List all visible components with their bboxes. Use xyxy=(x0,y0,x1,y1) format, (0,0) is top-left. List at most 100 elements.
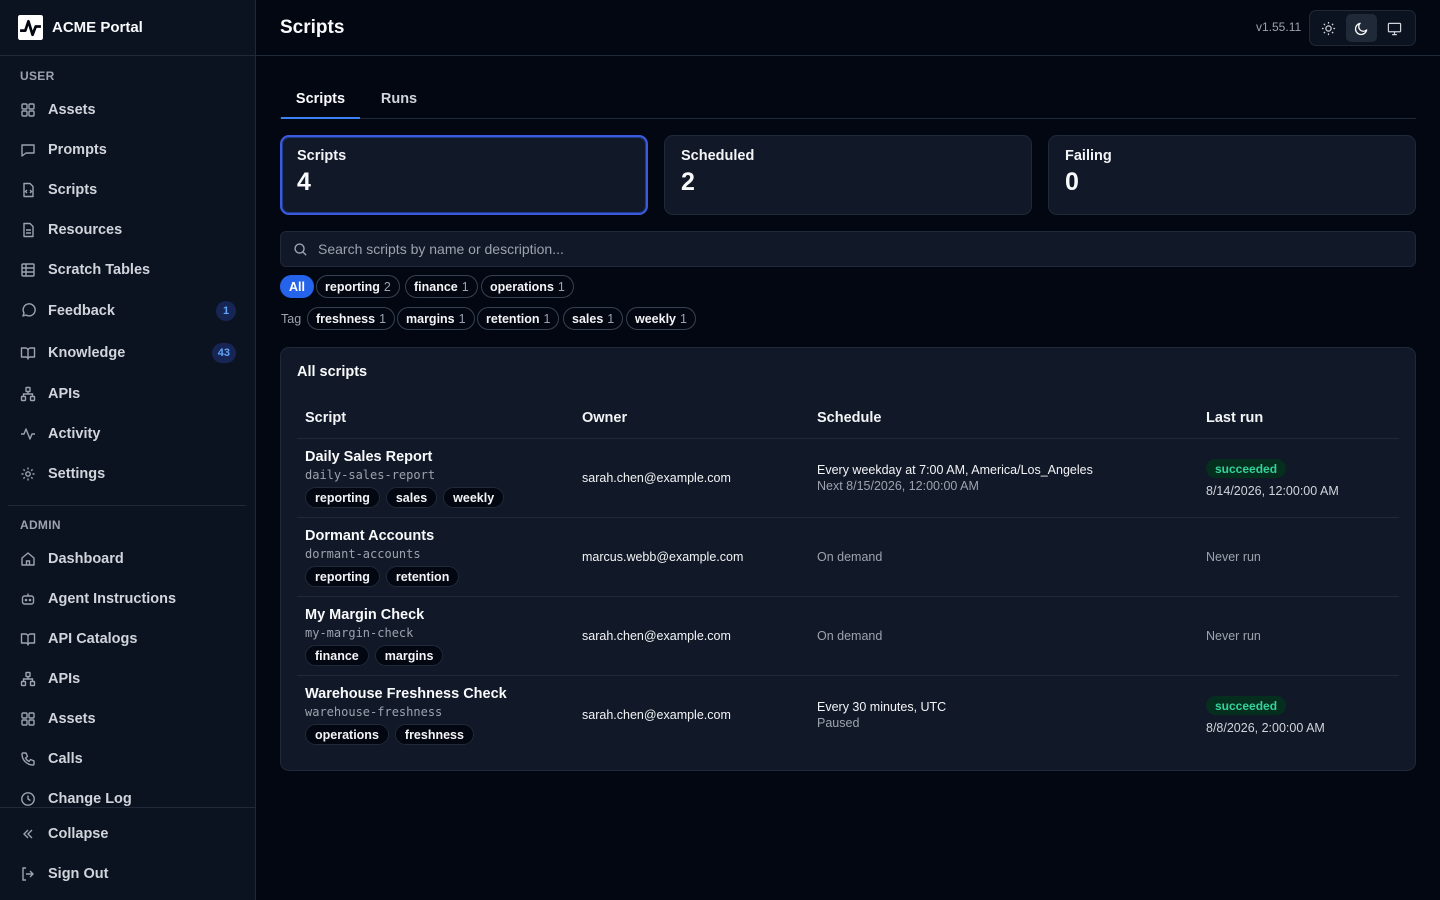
table-row[interactable]: My Margin Check my-margin-check finance … xyxy=(297,596,1399,675)
sidebar-item-assets[interactable]: Assets xyxy=(8,93,246,127)
sidebar-item-resources[interactable]: Resources xyxy=(8,213,246,247)
sidebar-item-dashboard[interactable]: Dashboard xyxy=(8,542,246,576)
collapse-label: Collapse xyxy=(48,826,109,842)
chip-label: weekly xyxy=(635,311,677,326)
message-circle-icon xyxy=(22,303,36,317)
chip-label: freshness xyxy=(316,311,376,326)
log-out-icon xyxy=(22,867,34,881)
stat-label: Scheduled xyxy=(681,148,755,164)
sidebar-item-label: Activity xyxy=(48,426,101,442)
tag-filter-label: Tag xyxy=(281,312,302,326)
brand[interactable]: ACME Portal xyxy=(0,0,255,56)
filter-chip-freshness[interactable]: freshness 1 xyxy=(307,307,396,330)
script-name[interactable]: Dormant Accounts xyxy=(305,528,434,544)
sidebar-item-label: Change Log xyxy=(48,791,132,807)
chip-label: sales xyxy=(572,311,604,326)
filter-chip-margins[interactable]: margins 1 xyxy=(397,307,475,330)
sidebar-item-prompts[interactable]: Prompts xyxy=(8,133,246,167)
chip-count: 1 xyxy=(543,311,551,326)
sign-out-button[interactable]: Sign Out xyxy=(8,857,246,891)
script-name[interactable]: My Margin Check xyxy=(305,607,424,623)
sun-icon xyxy=(1321,21,1336,35)
filter-chip-all[interactable]: All xyxy=(280,275,314,298)
sidebar-item-admin-assets[interactable]: Assets xyxy=(8,702,246,736)
gear-icon xyxy=(21,467,35,481)
tag-badge: finance xyxy=(305,645,369,666)
column-header-schedule[interactable]: Schedule xyxy=(817,410,881,426)
file-icon xyxy=(23,222,34,238)
sidebar-item-admin-apis[interactable]: APIs xyxy=(8,662,246,696)
filter-chip-reporting[interactable]: reporting 2 xyxy=(316,275,400,298)
schedule-text: Every weekday at 7:00 AM, America/Los_An… xyxy=(817,463,1093,477)
message-square-icon xyxy=(21,144,35,157)
tab-runs[interactable]: Runs xyxy=(372,82,426,119)
sidebar-item-settings[interactable]: Settings xyxy=(8,457,246,491)
stat-value: 4 xyxy=(297,168,311,196)
chip-label: margins xyxy=(406,311,455,326)
sidebar-item-feedback[interactable]: Feedback 1 xyxy=(8,294,246,328)
light-theme-button[interactable] xyxy=(1313,14,1344,42)
chip-label: reporting xyxy=(325,279,380,294)
sidebar-item-label: Resources xyxy=(48,222,123,238)
sidebar-item-label: Feedback xyxy=(48,303,115,319)
table-row[interactable]: Daily Sales Report daily-sales-report re… xyxy=(297,438,1399,517)
sidebar-item-agent-instructions[interactable]: Agent Instructions xyxy=(8,582,246,616)
schedule-text: On demand xyxy=(817,629,883,643)
tab-bar: Scripts Runs xyxy=(280,82,1416,119)
stat-card-scripts[interactable]: Scripts 4 xyxy=(280,135,648,215)
sidebar-item-knowledge[interactable]: Knowledge 43 xyxy=(8,336,246,370)
filter-chip-sales[interactable]: sales 1 xyxy=(563,307,624,330)
column-header-script[interactable]: Script xyxy=(305,410,346,426)
status-badge: succeeded xyxy=(1206,459,1287,478)
table-row[interactable]: Dormant Accounts dormant-accounts report… xyxy=(297,517,1399,596)
sidebar-item-api-catalogs[interactable]: API Catalogs xyxy=(8,622,246,656)
sidebar-item-calls[interactable]: Calls xyxy=(8,742,246,776)
collapse-button[interactable]: Collapse xyxy=(8,817,246,851)
tab-scripts[interactable]: Scripts xyxy=(281,82,360,119)
stat-value: 0 xyxy=(1065,168,1079,196)
grid-icon xyxy=(21,712,35,726)
chip-count: 1 xyxy=(458,311,466,326)
filter-chip-weekly[interactable]: weekly 1 xyxy=(626,307,696,330)
search-input[interactable] xyxy=(318,241,1398,257)
owner-email: sarah.chen@example.com xyxy=(582,708,731,722)
script-slug: my-margin-check xyxy=(305,626,414,640)
sidebar-item-apis[interactable]: APIs xyxy=(8,377,246,411)
book-open-icon xyxy=(20,347,36,360)
stat-card-failing[interactable]: Failing 0 xyxy=(1048,135,1416,215)
schedule-next: Next 8/15/2026, 12:00:00 AM xyxy=(817,479,979,493)
search-bar xyxy=(280,231,1416,267)
sidebar-item-label: Agent Instructions xyxy=(48,591,177,607)
brand-name: ACME Portal xyxy=(52,19,143,36)
activity-icon xyxy=(21,428,35,440)
dark-theme-button[interactable] xyxy=(1346,14,1377,42)
sidebar-item-scripts[interactable]: Scripts xyxy=(8,173,246,207)
column-header-owner[interactable]: Owner xyxy=(582,410,627,426)
script-slug: dormant-accounts xyxy=(305,547,421,561)
sidebar-footer: Collapse Sign Out xyxy=(0,807,255,900)
filter-chip-retention[interactable]: retention 1 xyxy=(477,307,560,330)
script-name[interactable]: Warehouse Freshness Check xyxy=(305,686,507,702)
sidebar-item-label: Settings xyxy=(48,466,106,482)
stat-card-scheduled[interactable]: Scheduled 2 xyxy=(664,135,1032,215)
sidebar-item-activity[interactable]: Activity xyxy=(8,417,246,451)
filter-chip-operations[interactable]: operations 1 xyxy=(481,275,574,298)
section-label-user: USER xyxy=(20,69,55,83)
script-name[interactable]: Daily Sales Report xyxy=(305,449,432,465)
sidebar-item-scratch-tables[interactable]: Scratch Tables xyxy=(8,253,246,287)
owner-email: sarah.chen@example.com xyxy=(582,629,731,643)
table-row[interactable]: Warehouse Freshness Check warehouse-fres… xyxy=(297,675,1399,754)
sidebar-item-label: Scripts xyxy=(48,182,98,198)
column-header-last-run[interactable]: Last run xyxy=(1206,410,1263,426)
last-run-time: 8/8/2026, 2:00:00 AM xyxy=(1206,721,1325,735)
pulse-logo-icon xyxy=(18,15,43,40)
system-theme-button[interactable] xyxy=(1379,14,1410,42)
schedule-text: Every 30 minutes, UTC xyxy=(817,700,947,714)
script-tags: finance margins xyxy=(305,645,449,666)
monitor-icon xyxy=(1387,22,1402,35)
filter-chip-finance[interactable]: finance 1 xyxy=(405,275,478,298)
sidebar-item-label: Dashboard xyxy=(48,551,124,567)
chevrons-left-icon xyxy=(23,829,33,839)
page-title: Scripts xyxy=(280,17,345,38)
owner-email: marcus.webb@example.com xyxy=(582,550,744,564)
